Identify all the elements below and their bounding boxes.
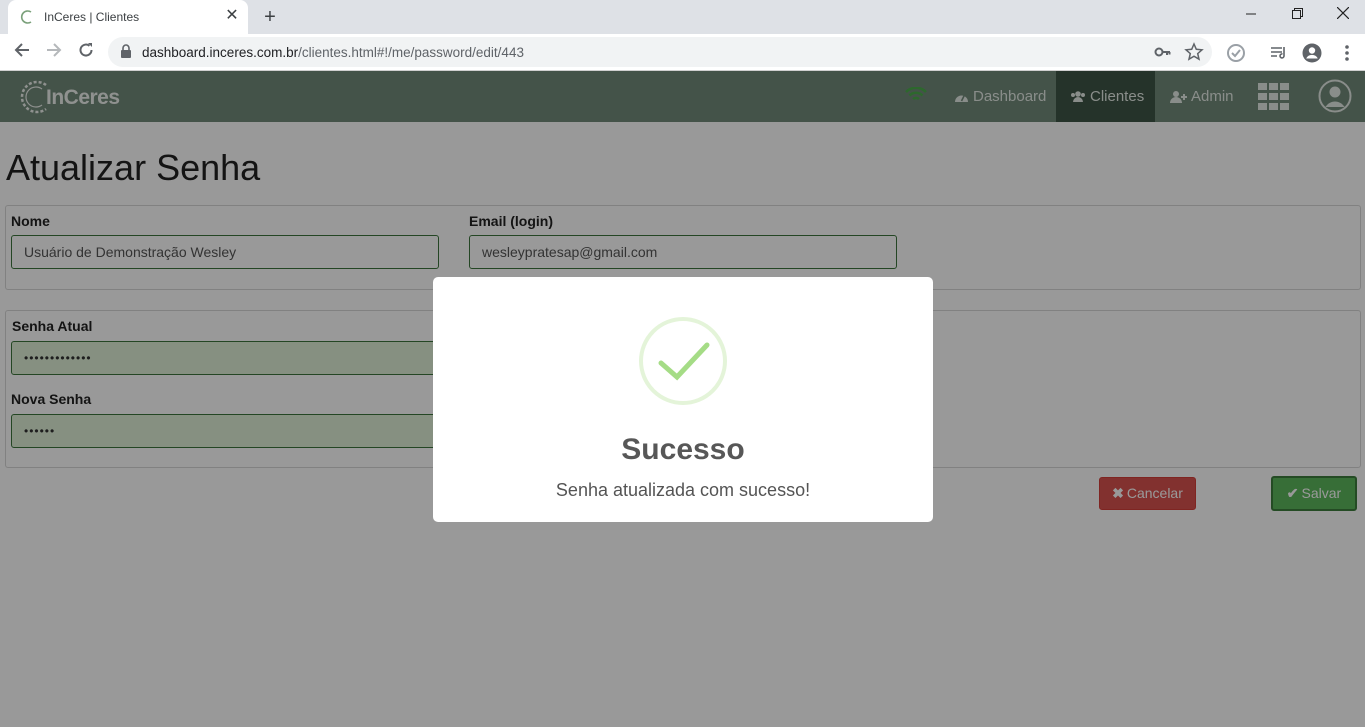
minimize-icon bbox=[1245, 13, 1256, 15]
menu-kebab-icon[interactable] bbox=[1336, 42, 1358, 64]
close-window-button[interactable] bbox=[1320, 0, 1365, 30]
inceres-favicon-icon bbox=[20, 10, 32, 24]
modal-title: Sucesso bbox=[621, 433, 745, 466]
browser-tabstrip: InCeres | Clientes ✕ + bbox=[0, 0, 1365, 34]
minimize-button[interactable] bbox=[1228, 0, 1274, 30]
url-path: /clientes.html#!/me/password/edit/443 bbox=[298, 45, 524, 60]
reload-button[interactable] bbox=[72, 39, 100, 67]
success-modal: Sucesso Senha atualizada com sucesso! bbox=[433, 277, 933, 522]
address-bar[interactable]: dashboard.inceres.com.br/clientes.html#!… bbox=[108, 37, 1212, 67]
key-icon[interactable] bbox=[1153, 42, 1173, 62]
extension-icon[interactable] bbox=[1225, 42, 1247, 64]
url-host: dashboard.inceres.com.br bbox=[142, 45, 299, 60]
profile-icon[interactable] bbox=[1301, 42, 1323, 64]
back-arrow-icon bbox=[14, 43, 29, 57]
back-button[interactable] bbox=[8, 39, 36, 67]
close-icon bbox=[1336, 6, 1350, 20]
url-text: dashboard.inceres.com.br/clientes.html#!… bbox=[142, 45, 524, 60]
forward-button[interactable] bbox=[40, 39, 68, 67]
star-icon[interactable] bbox=[1184, 42, 1204, 62]
tab-close-icon[interactable]: ✕ bbox=[223, 7, 241, 25]
new-tab-button[interactable]: + bbox=[258, 6, 282, 28]
lock-icon bbox=[121, 44, 131, 58]
media-playlist-icon[interactable] bbox=[1268, 42, 1290, 64]
tab-title: InCeres | Clientes bbox=[44, 10, 140, 24]
restore-button[interactable] bbox=[1274, 0, 1320, 30]
forward-arrow-icon bbox=[47, 43, 62, 57]
restore-icon bbox=[1291, 8, 1303, 19]
reload-icon bbox=[79, 43, 93, 57]
success-check-icon bbox=[639, 317, 727, 405]
browser-toolbar: dashboard.inceres.com.br/clientes.html#!… bbox=[0, 34, 1365, 71]
browser-tab[interactable]: InCeres | Clientes ✕ bbox=[8, 0, 248, 34]
modal-message: Senha atualizada com sucesso! bbox=[555, 480, 811, 500]
